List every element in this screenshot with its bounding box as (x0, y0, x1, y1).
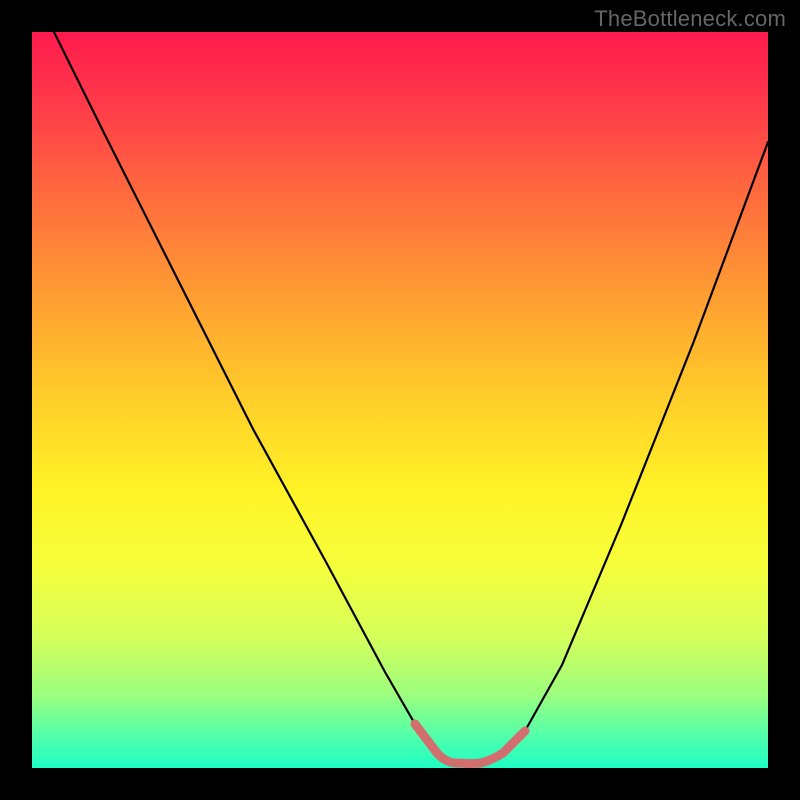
curve-layer (32, 32, 768, 768)
main-curve (54, 32, 768, 764)
watermark-text: TheBottleneck.com (594, 6, 786, 32)
bottom-highlight (415, 724, 525, 764)
plot-area (32, 32, 768, 768)
chart-frame: TheBottleneck.com (0, 0, 800, 800)
